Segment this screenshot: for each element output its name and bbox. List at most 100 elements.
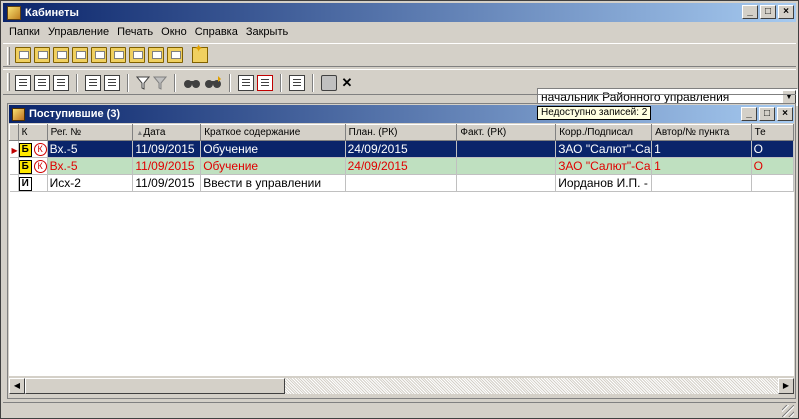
- print-icon[interactable]: [321, 75, 337, 91]
- folder-icon[interactable]: [110, 47, 126, 63]
- row-badges: БК: [18, 140, 48, 158]
- column-header-correspondent[interactable]: Корр./Подписал: [555, 124, 653, 141]
- menu-close[interactable]: Закрыть: [242, 26, 292, 38]
- document-list-icon[interactable]: [34, 75, 50, 91]
- menu-window[interactable]: Окно: [157, 26, 191, 38]
- folder-icon[interactable]: [72, 47, 88, 63]
- scroll-thumb[interactable]: [25, 378, 285, 394]
- close-button[interactable]: ×: [778, 5, 794, 19]
- table-header: К Рег. № ▲Дата Краткое содержание План. …: [9, 124, 794, 141]
- folder-icon[interactable]: [129, 47, 145, 63]
- column-header-author[interactable]: Автор/№ пункта: [651, 124, 752, 141]
- delete-document-icon[interactable]: [257, 75, 273, 91]
- column-header-indicator[interactable]: [9, 124, 19, 141]
- folder-icon[interactable]: [148, 47, 164, 63]
- column-header-date[interactable]: ▲Дата: [132, 124, 202, 141]
- documents-table: К Рег. № ▲Дата Краткое содержание План. …: [9, 124, 794, 192]
- row-badges: БК: [18, 157, 48, 175]
- new-document-icon[interactable]: [85, 75, 101, 91]
- cell-te: [751, 174, 794, 192]
- badge-k-icon: К: [33, 160, 47, 173]
- column-header-k[interactable]: К: [17, 124, 48, 141]
- folder-icon[interactable]: [15, 47, 31, 63]
- row-badges: И: [18, 174, 48, 192]
- toolbar-grip[interactable]: [7, 73, 10, 91]
- maximize-button[interactable]: □: [760, 5, 776, 19]
- properties-icon[interactable]: [289, 75, 305, 91]
- badge-b-icon: Б: [18, 160, 32, 174]
- scroll-left-button[interactable]: ◀: [9, 378, 25, 394]
- incoming-window: Поступившие (3) Недоступно записей: 2 _ …: [7, 103, 796, 399]
- minimize-button[interactable]: _: [741, 107, 757, 121]
- table-row[interactable]: БК Вх.-5 11/09/2015 Обучение 24/09/2015 …: [9, 157, 794, 175]
- toolbar-separator: [280, 74, 282, 92]
- folders-toolbar: начальник Районного управления ▼: [3, 42, 798, 106]
- column-header-date-label: Дата: [143, 127, 166, 138]
- copy-document-icon[interactable]: [104, 75, 120, 91]
- cell-author: [651, 174, 752, 192]
- document-icon[interactable]: [15, 75, 31, 91]
- find-icon[interactable]: [183, 75, 201, 91]
- folder-icon[interactable]: [34, 47, 50, 63]
- cell-date: 11/09/2015: [132, 174, 202, 192]
- cell-summary: Обучение: [200, 157, 346, 175]
- folder-icon[interactable]: [53, 47, 69, 63]
- menu-help[interactable]: Справка: [191, 26, 242, 38]
- menu-bar: Папки Управление Печать Окно Справка Зак…: [3, 23, 796, 41]
- cell-plan: 24/09/2015: [345, 157, 458, 175]
- filter-off-icon[interactable]: [152, 76, 168, 90]
- folder-icon[interactable]: [91, 47, 107, 63]
- folder-icon[interactable]: [167, 47, 183, 63]
- menu-management[interactable]: Управление: [44, 26, 113, 38]
- cabinet-icon: [7, 5, 21, 20]
- cell-te: О: [751, 140, 794, 158]
- cell-fact: [456, 157, 557, 175]
- maximize-button[interactable]: □: [759, 107, 775, 121]
- row-indicator: [9, 157, 19, 175]
- toolbar-separator: [127, 74, 129, 92]
- close-button[interactable]: ×: [777, 107, 793, 121]
- badge-k-icon: К: [33, 143, 47, 156]
- child-window-controls: _ □ ×: [741, 107, 793, 121]
- cell-correspondent: ЗАО "Салют"-Са: [555, 140, 653, 158]
- table-row[interactable]: ▶ БК Вх.-5 11/09/2015 Обучение 24/09/201…: [9, 140, 794, 158]
- cell-date: 11/09/2015: [132, 157, 202, 175]
- cell-reg-no: Исх-2: [47, 174, 134, 192]
- column-header-plan[interactable]: План. (РК): [344, 124, 458, 141]
- cell-author: 1: [651, 157, 752, 175]
- badge-i-icon: И: [18, 177, 32, 191]
- cell-summary: Ввести в управлении: [200, 174, 346, 192]
- column-header-fact[interactable]: Факт. (РК): [456, 124, 557, 141]
- minimize-button[interactable]: _: [742, 5, 758, 19]
- row-indicator: ▶: [9, 140, 19, 158]
- toolbar-separator: [312, 74, 314, 92]
- row-indicator: [9, 174, 19, 192]
- filter-icon[interactable]: [135, 76, 151, 90]
- scroll-right-button[interactable]: ▶: [778, 378, 794, 394]
- document-search-icon[interactable]: [53, 75, 69, 91]
- view-document-icon[interactable]: [238, 75, 254, 91]
- cell-summary: Обучение: [200, 140, 346, 158]
- incoming-icon: [12, 107, 25, 121]
- cell-te: О: [751, 157, 794, 175]
- toolbar-grip[interactable]: [7, 47, 10, 65]
- menu-print[interactable]: Печать: [113, 26, 157, 38]
- table-row[interactable]: И Исх-2 11/09/2015 Ввести в управлении И…: [9, 174, 794, 192]
- cell-date: 11/09/2015: [132, 140, 202, 158]
- close-icon[interactable]: ✕: [340, 75, 354, 91]
- cell-reg-no: Вх.-5: [47, 140, 134, 158]
- column-header-summary[interactable]: Краткое содержание: [200, 124, 346, 141]
- cell-correspondent: Иорданов И.П. -: [555, 174, 653, 192]
- new-folder-icon[interactable]: [192, 42, 208, 63]
- menu-folders[interactable]: Папки: [5, 26, 44, 38]
- find-next-icon[interactable]: [204, 75, 222, 91]
- resize-grip[interactable]: [782, 405, 794, 417]
- incoming-title: Поступившие (3): [29, 108, 121, 120]
- badge-b-icon: Б: [18, 143, 32, 157]
- column-header-te[interactable]: Те: [750, 124, 794, 141]
- title-bar: Кабинеты _ □ ×: [3, 3, 796, 22]
- column-header-reg-no[interactable]: Рег. №: [46, 124, 134, 141]
- main-window: Кабинеты _ □ × Папки Управление Печать О…: [0, 0, 799, 419]
- horizontal-scrollbar[interactable]: ◀ ▶: [9, 378, 794, 394]
- tooltip: Недоступно записей: 2: [537, 106, 652, 120]
